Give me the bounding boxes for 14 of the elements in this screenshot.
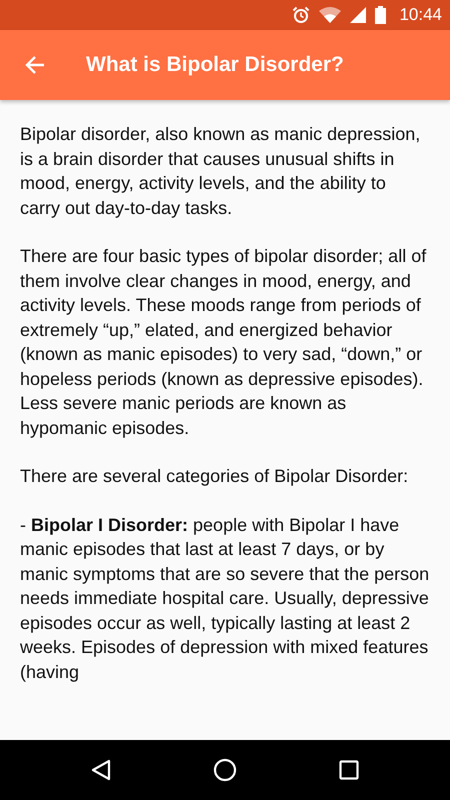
circle-home-icon [213,758,237,782]
clock-time: 10:44 [399,5,442,25]
screen-title: What is Bipolar Disorder? [86,53,344,77]
body-paragraph: There are four basic types of bipolar disorder; all of them involve clear changes in mood, energy, and activity levels. These moods range from periods of extremely “up,” elated, and energized behavior (known as manic episodes) to very sad, “down,” or hopeless periods (known as depressive episodes). Less severe manic periods are known as hypomanic episodes. [20,245,428,440]
alarm-icon [292,6,310,24]
back-arrow-icon [25,55,45,75]
body-paragraph: There are several categories of Bipolar Disorder: [20,465,410,488]
signal-icon [350,7,366,23]
body-paragraph: Bipolar disorder, also known as manic depression, is a brain disorder that causes unusual shifts in mood, energy, activity levels, and the ability to carry out day-to-day tasks. [20,123,422,220]
wifi-icon [319,7,342,23]
square-recents-icon [339,760,359,780]
battery-icon [375,6,386,24]
body-paragraph: - Bipolar I Disorder: people with Bipolar I have manic episodes that last at least 7 days, or by manic symptoms that are so severe that the person needs immediate hospital care. Usually, depressive episodes occur as well, typically lasting at least 2 weeks. Episodes of depression with mixed features (having [20,514,430,684]
triangle-back-icon [91,759,111,781]
